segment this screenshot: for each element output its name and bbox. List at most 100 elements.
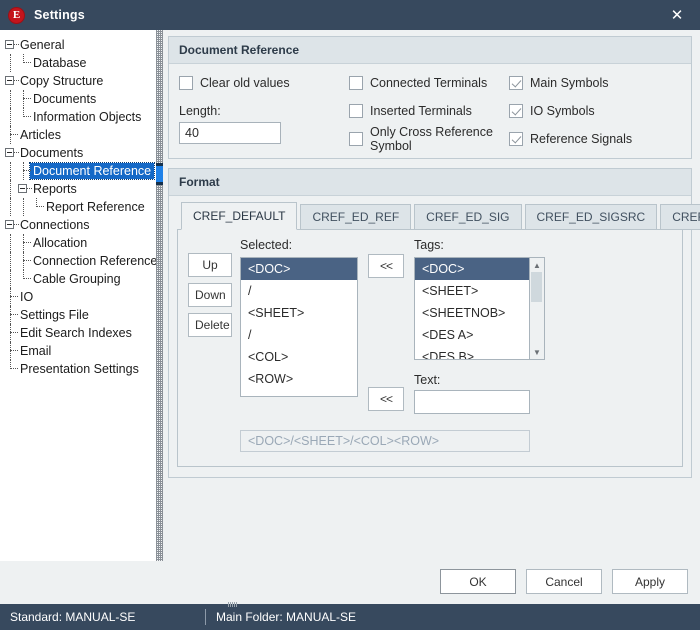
sidebar-item-presentation-settings[interactable]: Presentation Settings <box>4 360 156 378</box>
selected-list-item[interactable]: <DOC> <box>241 258 357 280</box>
tab-cref_default[interactable]: CREF_DEFAULT <box>181 202 298 230</box>
checkbox-check-icon <box>509 132 523 146</box>
tree-minus-icon <box>5 76 14 85</box>
sidebar-item-allocation[interactable]: Allocation <box>4 234 156 252</box>
sidebar-item-label: Edit Search Indexes <box>20 326 132 340</box>
checkbox-label: Reference Signals <box>530 132 633 146</box>
selected-label: Selected: <box>240 238 293 252</box>
tags-list-item[interactable]: <DES B> <box>415 346 529 359</box>
sidebar-item-database[interactable]: Database <box>4 54 156 72</box>
length-input[interactable] <box>179 122 281 144</box>
sidebar-item-articles[interactable]: Articles <box>4 126 156 144</box>
selected-list-item[interactable]: / <box>241 280 357 302</box>
checkbox-box-icon <box>349 104 363 118</box>
delete-button[interactable]: Delete <box>188 313 232 337</box>
sidebar-item-documents[interactable]: Documents <box>4 90 156 108</box>
format-title: Format <box>169 169 691 196</box>
down-button[interactable]: Down <box>188 283 232 307</box>
sidebar-item-copy-structure[interactable]: Copy Structure <box>4 72 156 90</box>
tags-list-item[interactable]: <DES A> <box>415 324 529 346</box>
document-reference-title: Document Reference <box>169 37 691 64</box>
settings-tree[interactable]: General Database Copy Structure Documents In… <box>0 30 156 561</box>
tags-row: << Tags: <DOC> <SHEET> <SHEETNOB> <DES A> <D… <box>358 238 545 360</box>
sidebar-item-label: Copy Structure <box>20 74 104 88</box>
tags-list-item[interactable]: <SHEETNOB> <box>415 302 529 324</box>
sidebar-item-documents[interactable]: Documents <box>4 144 156 162</box>
checkbox-label: Only Cross Reference Symbol <box>370 125 493 153</box>
tree-collapse-icon[interactable] <box>4 36 19 54</box>
tags-listbox[interactable]: <DOC> <SHEET> <SHEETNOB> <DES A> <DES B> <box>414 257 530 360</box>
tree-guide <box>4 108 17 126</box>
tree-collapse-icon[interactable] <box>4 144 19 162</box>
checkbox-box-icon <box>349 132 363 146</box>
sidebar-item-io[interactable]: IO <box>4 288 156 306</box>
checkbox-reference-signals[interactable]: Reference Signals <box>509 130 681 148</box>
selected-list-item[interactable]: <COL> <box>241 346 357 368</box>
sidebar-item-connections[interactable]: Connections <box>4 216 156 234</box>
close-icon[interactable]: ✕ <box>654 0 700 30</box>
sidebar-item-settings-file[interactable]: Settings File <box>4 306 156 324</box>
apply-button[interactable]: Apply <box>612 569 688 594</box>
tree-collapse-icon[interactable] <box>17 180 32 198</box>
selected-list-item[interactable]: / <box>241 324 357 346</box>
cancel-button[interactable]: Cancel <box>526 569 602 594</box>
tags-list-item[interactable]: <SHEET> <box>415 280 529 302</box>
sidebar-item-cable-grouping[interactable]: Cable Grouping <box>4 270 156 288</box>
checkbox-clear-old-values[interactable]: Clear old values <box>179 74 349 92</box>
resize-grip-icon[interactable] <box>228 602 238 607</box>
tab-cref_ed_ref[interactable]: CREF_ED_REF <box>300 204 412 230</box>
sidebar-item-connection-reference[interactable]: Connection Reference <box>4 252 156 270</box>
format-preview: <DOC>/<SHEET>/<COL><ROW> <box>240 430 530 452</box>
tab-cref_ed_sig[interactable]: CREF_ED_SIG <box>414 204 522 230</box>
tab-cref_ed_sigsink[interactable]: CREF_ED_SIGSINK <box>660 204 700 230</box>
sidebar-item-edit-search-indexes[interactable]: Edit Search Indexes <box>4 324 156 342</box>
status-bar: Standard: MANUAL-SE Main Folder: MANUAL-… <box>0 604 700 630</box>
checkbox-only-cross-reference-symbol[interactable]: Only Cross Reference Symbol <box>349 125 509 153</box>
checkbox-main-symbols[interactable]: Main Symbols <box>509 74 681 92</box>
sidebar-item-document-reference[interactable]: Document Reference <box>4 162 156 180</box>
tree-branch-icon <box>17 162 31 180</box>
format-transfer-area: Up Down Delete Selected: <DOC> / <SHEET> / <… <box>188 238 672 414</box>
tree-branch-icon <box>17 252 31 270</box>
checkbox-connected-terminals[interactable]: Connected Terminals <box>349 74 509 92</box>
checkbox-io-symbols[interactable]: IO Symbols <box>509 102 681 120</box>
sidebar-splitter[interactable] <box>156 30 163 561</box>
sidebar-item-label: Documents <box>20 146 84 160</box>
text-input[interactable] <box>414 390 530 414</box>
checkbox-inserted-terminals[interactable]: Inserted Terminals <box>349 102 509 120</box>
settings-content: Document Reference Connected Terminals M… <box>163 30 700 561</box>
checkbox-label: Clear old values <box>200 76 290 90</box>
tree-collapse-icon[interactable] <box>4 72 19 90</box>
list-order-buttons: Up Down Delete <box>188 238 232 343</box>
length-column: Clear old values Length: <box>179 74 349 144</box>
transfer-tag-button[interactable]: << <box>368 254 404 278</box>
tree-collapse-icon[interactable] <box>4 216 19 234</box>
splitter-handle[interactable] <box>156 163 163 185</box>
selected-list-item[interactable]: <ROW> <box>241 368 357 390</box>
selected-listbox[interactable]: <DOC> / <SHEET> / <COL> <ROW> <box>240 257 358 397</box>
tree-guide <box>4 90 17 108</box>
up-button[interactable]: Up <box>188 253 232 277</box>
sidebar-item-email[interactable]: Email <box>4 342 156 360</box>
window-title: Settings <box>34 8 85 22</box>
sidebar-item-general[interactable]: General <box>4 36 156 54</box>
scroll-down-icon[interactable]: ▼ <box>531 345 544 359</box>
checkbox-label: Connected Terminals <box>370 76 488 90</box>
tree-minus-icon <box>5 220 14 229</box>
tags-list-item[interactable]: <DOC> <box>415 258 529 280</box>
tab-cref_ed_sigsrc[interactable]: CREF_ED_SIGSRC <box>524 204 658 230</box>
scroll-up-icon[interactable]: ▲ <box>531 258 544 272</box>
tags-scrollbar[interactable]: ▲ ▼ <box>530 257 545 360</box>
sidebar-item-reports[interactable]: Reports <box>4 180 156 198</box>
selected-list-item[interactable]: <SHEET> <box>241 302 357 324</box>
tree-branch-icon <box>17 54 31 72</box>
status-main-folder: Main Folder: MANUAL-SE <box>216 610 357 624</box>
sidebar-item-information-objects[interactable]: Information Objects <box>4 108 156 126</box>
tree-minus-icon <box>18 184 27 193</box>
scrollbar-thumb[interactable] <box>531 272 542 302</box>
checkbox-label: IO Symbols <box>530 104 595 118</box>
sidebar-item-report-reference[interactable]: Report Reference <box>4 198 156 216</box>
tree-branch-icon <box>4 288 18 306</box>
transfer-text-button[interactable]: << <box>368 387 404 411</box>
ok-button[interactable]: OK <box>440 569 516 594</box>
